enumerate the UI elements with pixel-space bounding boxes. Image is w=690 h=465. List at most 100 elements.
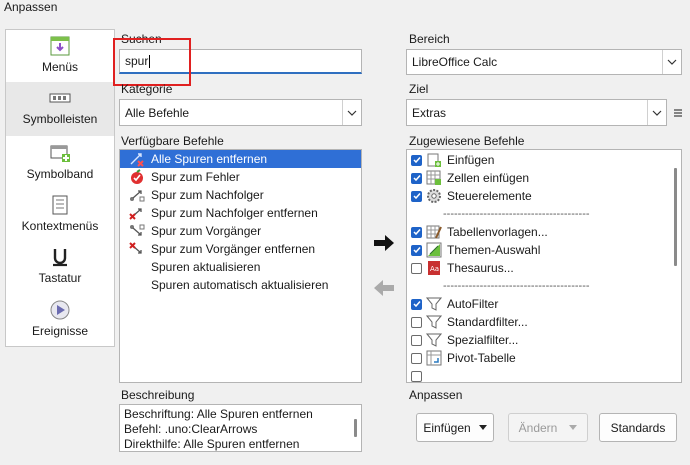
- chevron-down-icon[interactable]: [342, 100, 361, 125]
- category-dropdown[interactable]: Alle Befehle: [119, 99, 362, 126]
- category-label: Kategorie: [121, 82, 173, 96]
- remove-precedents-icon: [129, 241, 145, 257]
- funnel-icon: [426, 314, 442, 330]
- sidebar-item-label: Tastatur: [38, 271, 82, 285]
- toolbar-icon: [49, 87, 71, 109]
- events-icon: [49, 299, 71, 321]
- chevron-down-icon[interactable]: [662, 50, 681, 74]
- description-label: Beschreibung: [121, 388, 195, 402]
- chevron-down-icon[interactable]: [647, 100, 666, 125]
- hamburger-icon: [674, 108, 682, 117]
- available-commands-list[interactable]: Alle Spuren entfernen Spur zum Fehler Sp…: [119, 149, 362, 383]
- list-item[interactable]: Einfügen: [409, 151, 494, 169]
- sidebar-item-keyboard[interactable]: Tastatur: [6, 241, 114, 293]
- sidebar: Menüs Symbolleisten Symbolband Kontextme…: [5, 29, 115, 347]
- list-item[interactable]: Zellen einfügen: [409, 169, 529, 187]
- context-menu-icon: [49, 194, 71, 216]
- checkbox[interactable]: [411, 370, 422, 382]
- checkbox[interactable]: [411, 226, 422, 238]
- description-line: Direkthilfe: Alle Spuren entfernen: [124, 437, 300, 451]
- available-label: Verfügbare Befehle: [121, 134, 224, 148]
- list-item[interactable]: Steuerelemente: [409, 187, 532, 205]
- theme-icon: [426, 242, 442, 258]
- assigned-commands-list[interactable]: Einfügen Zellen einfügen Steuerelemente …: [406, 149, 682, 383]
- checkbox[interactable]: [411, 316, 422, 328]
- sidebar-item-label: Symbolband: [26, 167, 94, 181]
- list-item[interactable]: Aa Thesaurus...: [409, 259, 514, 277]
- list-item[interactable]: Spur zum Nachfolger: [120, 186, 264, 204]
- modify-button[interactable]: Ändern: [508, 413, 588, 442]
- remove-dependents-icon: [129, 205, 145, 221]
- defaults-button[interactable]: Standards: [599, 413, 677, 442]
- add-command-button[interactable]: [371, 232, 397, 254]
- arrow-left-icon: [374, 280, 394, 296]
- menu-icon: [49, 35, 71, 57]
- separator: ----------------------------------------: [443, 280, 590, 292]
- insert-icon: [426, 152, 442, 168]
- checkbox[interactable]: [411, 298, 422, 310]
- list-item[interactable]: Spur zum Vorgänger entfernen: [120, 240, 315, 258]
- sidebar-item-label: Menüs: [41, 60, 79, 74]
- separator: ----------------------------------------: [443, 208, 590, 220]
- checkbox[interactable]: [411, 154, 422, 166]
- list-item[interactable]: Spur zum Nachfolger entfernen: [120, 204, 318, 222]
- scope-value: LibreOffice Calc: [412, 55, 498, 69]
- highlight-box: [113, 38, 191, 86]
- assigned-scrollbar[interactable]: [674, 168, 677, 266]
- underline-keyboard-icon: [49, 246, 71, 268]
- list-item[interactable]: Spur zum Fehler: [120, 168, 240, 186]
- target-menu-button[interactable]: [671, 99, 685, 126]
- list-item[interactable]: Standardfilter...: [409, 313, 528, 331]
- notebookbar-icon: [49, 142, 71, 164]
- customize-label: Anpassen: [409, 388, 463, 402]
- list-item[interactable]: Tabellenvorlagen...: [409, 223, 548, 241]
- list-item[interactable]: Themen-Auswahl: [409, 241, 540, 259]
- sidebar-item-events[interactable]: Ereignisse: [6, 294, 114, 346]
- trace-dependents-icon: [129, 187, 145, 203]
- sidebar-item-notebookbar[interactable]: Symbolband: [6, 137, 114, 189]
- target-value: Extras: [412, 105, 447, 120]
- chevron-down-icon: [569, 425, 578, 430]
- pivot-table-icon: [426, 350, 442, 366]
- description-line: Befehl: .uno:ClearArrows: [124, 422, 258, 436]
- checkbox[interactable]: [411, 334, 422, 346]
- category-value: Alle Befehle: [125, 105, 190, 120]
- funnel-icon: [426, 332, 442, 348]
- checkbox[interactable]: [411, 172, 422, 184]
- sidebar-item-menus[interactable]: Menüs: [6, 30, 114, 82]
- assigned-label: Zugewiesene Befehle: [409, 134, 525, 148]
- description-scrollbar[interactable]: [354, 419, 357, 437]
- target-dropdown[interactable]: Extras: [406, 99, 667, 126]
- list-item[interactable]: Spezialfilter...: [409, 331, 518, 349]
- sidebar-item-toolbars[interactable]: Symbolleisten: [6, 82, 114, 136]
- sidebar-item-label: Symbolleisten: [22, 112, 98, 126]
- insert-cells-icon: [426, 170, 442, 186]
- description-line: Beschriftung: Alle Spuren entfernen: [124, 407, 313, 421]
- list-item[interactable]: Pivot-Tabelle: [409, 349, 516, 367]
- list-item[interactable]: AutoFilter: [409, 295, 498, 313]
- checkbox[interactable]: [411, 244, 422, 256]
- checkbox[interactable]: [411, 190, 422, 202]
- funnel-icon: [426, 296, 442, 312]
- checkbox[interactable]: [411, 352, 422, 364]
- list-item[interactable]: Alle Spuren entfernen: [120, 150, 361, 168]
- clear-arrows-icon: [129, 151, 145, 167]
- sidebar-item-context-menus[interactable]: Kontextmenüs: [6, 189, 114, 241]
- insert-button[interactable]: Einfügen: [416, 413, 494, 442]
- list-item[interactable]: Spur zum Vorgänger: [120, 222, 261, 240]
- description-box: Beschriftung: Alle Spuren entfernen Befe…: [119, 404, 362, 452]
- checkbox[interactable]: [411, 262, 422, 274]
- scope-dropdown[interactable]: LibreOffice Calc: [406, 49, 682, 75]
- scope-label: Bereich: [409, 32, 450, 46]
- list-item[interactable]: Spuren automatisch aktualisieren: [120, 276, 328, 294]
- trace-precedents-icon: [129, 223, 145, 239]
- list-item[interactable]: Spuren aktualisieren: [120, 258, 260, 276]
- sidebar-item-label: Ereignisse: [31, 324, 89, 338]
- sidebar-item-label: Kontextmenüs: [21, 219, 99, 233]
- table-styles-icon: [426, 224, 442, 240]
- list-item[interactable]: [409, 367, 426, 382]
- trace-error-icon: [129, 169, 145, 185]
- arrow-right-icon: [374, 235, 394, 251]
- window-title: Anpassen: [4, 0, 58, 14]
- remove-command-button[interactable]: [371, 277, 397, 299]
